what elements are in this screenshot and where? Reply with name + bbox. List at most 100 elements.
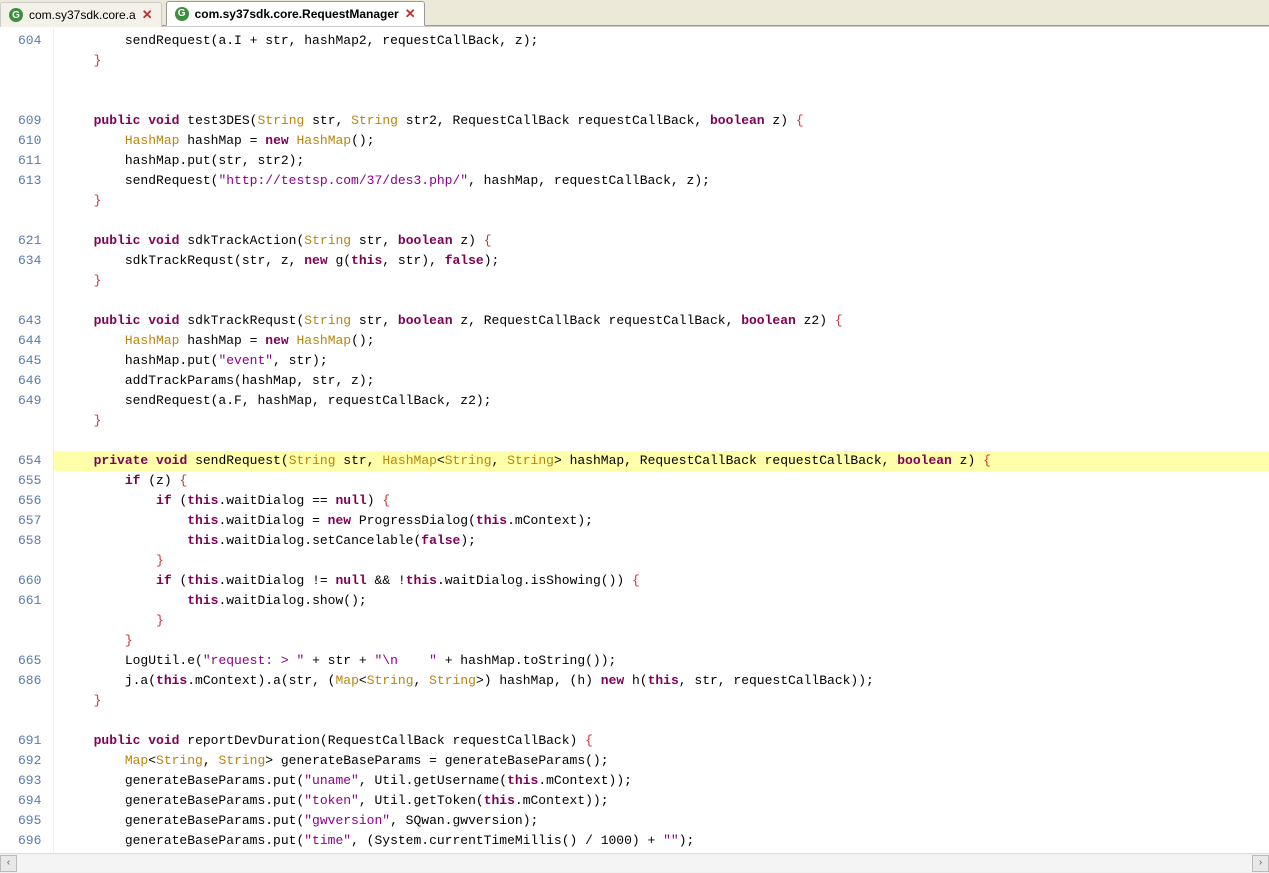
code-line[interactable]: HashMap hashMap = new HashMap(); — [62, 131, 1269, 151]
line-number — [18, 691, 41, 711]
line-number — [18, 611, 41, 631]
code-line[interactable]: hashMap.put("event", str); — [62, 351, 1269, 371]
line-number: 610 — [18, 131, 41, 151]
code-line[interactable]: } — [62, 611, 1269, 631]
code-line[interactable]: } — [62, 411, 1269, 431]
code-line[interactable] — [62, 291, 1269, 311]
code-line[interactable]: sendRequest("http://testsp.com/37/des3.p… — [62, 171, 1269, 191]
line-number: 611 — [18, 151, 41, 171]
code-line[interactable]: sendRequest(a.F, hashMap, requestCallBac… — [62, 391, 1269, 411]
code-line[interactable]: } — [62, 631, 1269, 651]
line-number: 691 — [18, 731, 41, 751]
code-line[interactable]: } — [62, 271, 1269, 291]
line-number: 661 — [18, 591, 41, 611]
code-line[interactable]: addTrackParams(hashMap, str, z); — [62, 371, 1269, 391]
line-number: 658 — [18, 531, 41, 551]
code-line[interactable]: HashMap hashMap = new HashMap(); — [62, 331, 1269, 351]
line-number: 646 — [18, 371, 41, 391]
line-number: 643 — [18, 311, 41, 331]
line-number: 695 — [18, 811, 41, 831]
line-number: 693 — [18, 771, 41, 791]
horizontal-scrollbar[interactable]: ‹ › — [0, 853, 1269, 873]
line-number — [18, 631, 41, 651]
line-number-gutter: 6046096106116136216346436446456466496546… — [0, 27, 54, 853]
line-number: 665 — [18, 651, 41, 671]
code-line[interactable]: } — [62, 691, 1269, 711]
code-line[interactable]: } — [62, 551, 1269, 571]
editor-tab-bar: G com.sy37sdk.core.a ✕ G com.sy37sdk.cor… — [0, 0, 1269, 26]
code-editor[interactable]: 6046096106116136216346436446456466496546… — [0, 26, 1269, 853]
line-number: 609 — [18, 111, 41, 131]
code-line[interactable]: } — [62, 191, 1269, 211]
code-line[interactable] — [62, 431, 1269, 451]
line-number — [18, 211, 41, 231]
tab-label: com.sy37sdk.core.a — [29, 8, 136, 22]
line-number: 697 — [18, 851, 41, 853]
code-line[interactable]: if (this.waitDialog != null && !this.wai… — [62, 571, 1269, 591]
code-line[interactable] — [62, 91, 1269, 111]
code-line[interactable]: public void reportDevDuration(RequestCal… — [62, 731, 1269, 751]
code-line[interactable]: this.waitDialog.show(); — [62, 591, 1269, 611]
scroll-right-arrow[interactable]: › — [1252, 855, 1269, 872]
code-area[interactable]: sendRequest(a.I + str, hashMap2, request… — [54, 27, 1269, 853]
line-number: 655 — [18, 471, 41, 491]
line-number — [18, 551, 41, 571]
code-line[interactable]: if (z) { — [62, 471, 1269, 491]
line-number: 660 — [18, 571, 41, 591]
code-line[interactable]: sendRequest(a.I + str, hashMap2, request… — [62, 31, 1269, 51]
tab-label: com.sy37sdk.core.RequestManager — [195, 7, 399, 21]
line-number — [18, 291, 41, 311]
code-line[interactable]: generateBaseParams.put("scut", Util.getC… — [62, 851, 1269, 853]
java-file-icon: G — [9, 8, 23, 22]
code-line[interactable]: hashMap.put(str, str2); — [62, 151, 1269, 171]
editor-tab-1[interactable]: G com.sy37sdk.core.a ✕ — [0, 2, 162, 27]
line-number — [18, 411, 41, 431]
code-line[interactable]: LogUtil.e("request: > " + str + "\n " + … — [62, 651, 1269, 671]
line-number — [18, 51, 41, 71]
java-file-icon: G — [175, 7, 189, 21]
line-number — [18, 191, 41, 211]
scroll-track[interactable] — [17, 855, 1252, 872]
close-icon[interactable]: ✕ — [142, 7, 153, 23]
code-line[interactable]: this.waitDialog.setCancelable(false); — [62, 531, 1269, 551]
code-line[interactable]: generateBaseParams.put("token", Util.get… — [62, 791, 1269, 811]
code-line[interactable]: generateBaseParams.put("gwversion", SQwa… — [62, 811, 1269, 831]
code-line[interactable]: Map<String, String> generateBaseParams =… — [62, 751, 1269, 771]
code-line[interactable]: this.waitDialog = new ProgressDialog(thi… — [62, 511, 1269, 531]
code-line[interactable]: private void sendRequest(String str, Has… — [54, 451, 1269, 471]
line-number: 645 — [18, 351, 41, 371]
line-number — [18, 271, 41, 291]
code-line[interactable] — [62, 711, 1269, 731]
code-line[interactable]: } — [62, 51, 1269, 71]
line-number: 696 — [18, 831, 41, 851]
code-line[interactable] — [62, 211, 1269, 231]
code-line[interactable]: if (this.waitDialog == null) { — [62, 491, 1269, 511]
line-number — [18, 71, 41, 91]
editor-tab-2[interactable]: G com.sy37sdk.core.RequestManager ✕ — [166, 1, 425, 26]
code-line[interactable]: generateBaseParams.put("time", (System.c… — [62, 831, 1269, 851]
line-number — [18, 91, 41, 111]
code-line[interactable]: public void sdkTrackRequst(String str, b… — [62, 311, 1269, 331]
code-line[interactable]: public void test3DES(String str, String … — [62, 111, 1269, 131]
code-line[interactable]: j.a(this.mContext).a(str, (Map<String, S… — [62, 671, 1269, 691]
line-number — [18, 431, 41, 451]
line-number: 649 — [18, 391, 41, 411]
line-number: 644 — [18, 331, 41, 351]
line-number: 613 — [18, 171, 41, 191]
line-number: 694 — [18, 791, 41, 811]
line-number: 686 — [18, 671, 41, 691]
code-line[interactable] — [62, 71, 1269, 91]
code-line[interactable]: public void sdkTrackAction(String str, b… — [62, 231, 1269, 251]
line-number: 657 — [18, 511, 41, 531]
scroll-left-arrow[interactable]: ‹ — [0, 855, 17, 872]
line-number: 692 — [18, 751, 41, 771]
code-line[interactable]: sdkTrackRequst(str, z, new g(this, str),… — [62, 251, 1269, 271]
line-number: 654 — [18, 451, 41, 471]
code-line[interactable]: generateBaseParams.put("uname", Util.get… — [62, 771, 1269, 791]
close-icon[interactable]: ✕ — [405, 6, 416, 22]
line-number: 634 — [18, 251, 41, 271]
line-number: 621 — [18, 231, 41, 251]
line-number: 604 — [18, 31, 41, 51]
line-number: 656 — [18, 491, 41, 511]
line-number — [18, 711, 41, 731]
